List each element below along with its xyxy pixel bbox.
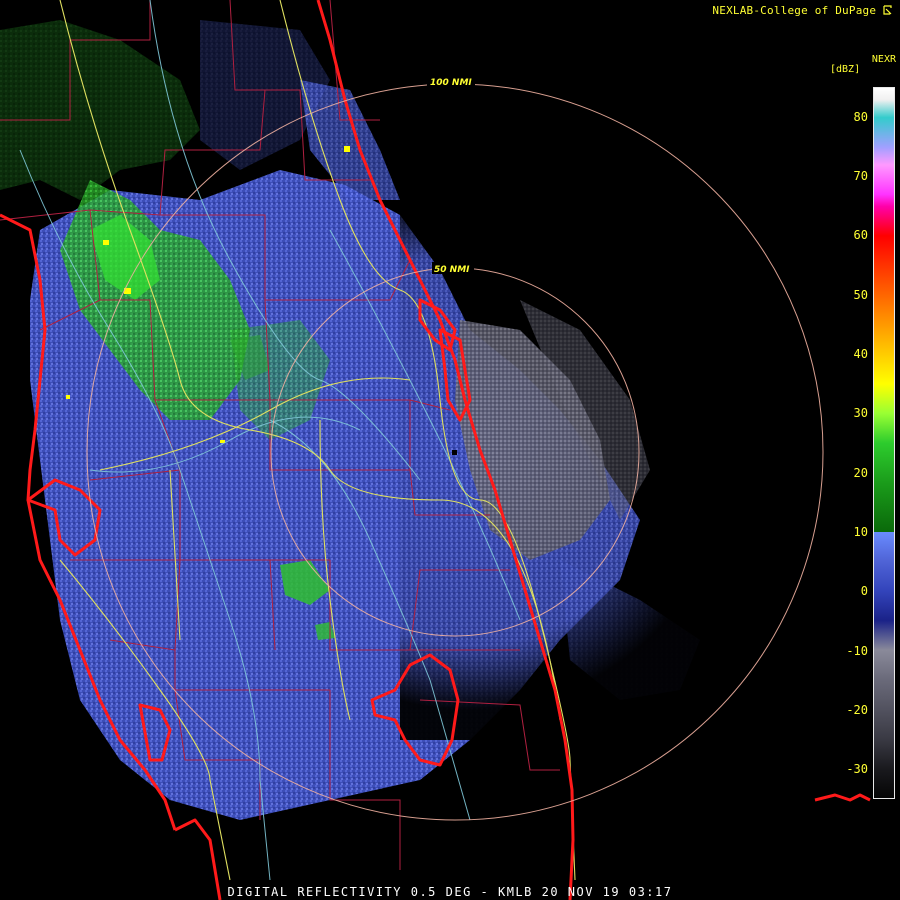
dbz-tick: 0 — [860, 584, 868, 599]
credit-label: NEXLAB-College of DuPage — [712, 4, 892, 17]
dbz-tick: 10 — [853, 525, 868, 539]
logo-icon — [883, 5, 892, 15]
radar-map: 100 NMI 50 NMI — [0, 0, 900, 900]
dbz-colorbar — [873, 87, 895, 799]
dbz-tick: -20 — [846, 703, 868, 717]
dbz-tick: 80 — [853, 109, 868, 124]
dbz-tick: 20 — [853, 465, 868, 480]
dbz-tick: 30 — [853, 406, 868, 421]
dbz-tick: 60 — [853, 228, 868, 243]
ring-label-100nmi: 100 NMI — [430, 78, 472, 88]
dbz-tick: -10 — [846, 643, 868, 658]
unit-label: [dBZ] — [830, 64, 861, 75]
dbz-tick: 40 — [853, 347, 868, 361]
product-caption: DIGITAL REFLECTIVITY 0.5 DEG - KMLB 20 N… — [227, 885, 673, 899]
dbz-tick: 70 — [853, 169, 868, 183]
ring-label-50nmi: 50 NMI — [434, 265, 470, 275]
product-label: NEXR — [871, 54, 896, 65]
radar-site-marker — [452, 450, 457, 455]
dbz-tick: -30 — [846, 762, 868, 777]
dbz-tick: 50 — [853, 287, 868, 302]
echo-edge-fade — [400, 180, 900, 740]
credit-text: NEXLAB-College of DuPage — [712, 4, 877, 17]
